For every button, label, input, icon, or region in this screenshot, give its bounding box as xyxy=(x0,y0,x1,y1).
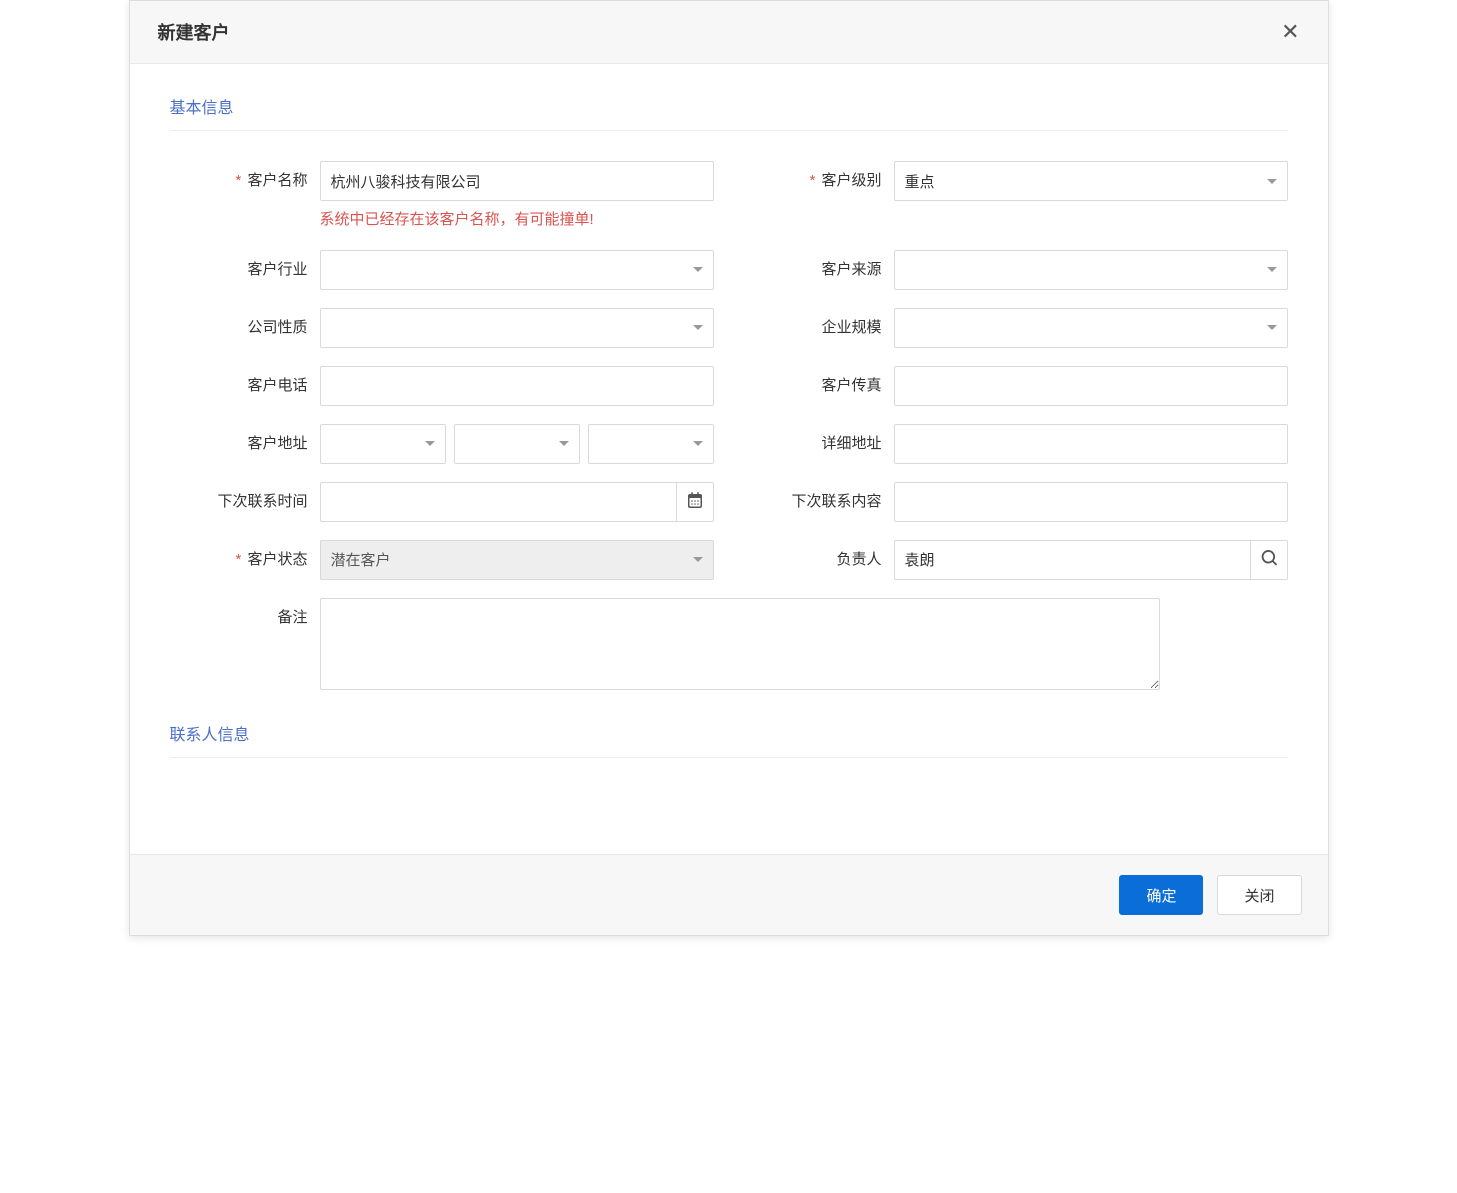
chevron-down-icon xyxy=(1267,179,1277,184)
address-cascader xyxy=(320,424,714,464)
ok-button[interactable]: 确定 xyxy=(1119,875,1203,915)
required-icon: * xyxy=(235,172,241,189)
company-scale-select[interactable] xyxy=(894,308,1288,348)
close-icon[interactable]: ✕ xyxy=(1275,19,1305,45)
customer-level-select[interactable]: 重点 xyxy=(894,161,1288,201)
chevron-down-icon xyxy=(693,557,703,562)
chevron-down-icon xyxy=(559,441,569,446)
row-company-scale: 企业规模 xyxy=(744,308,1288,348)
detail-address-input[interactable] xyxy=(894,424,1288,464)
chevron-down-icon xyxy=(425,441,435,446)
label-customer-fax: 客户传真 xyxy=(744,366,894,395)
section-contact-info: 联系人信息 xyxy=(170,721,1288,758)
owner-input[interactable] xyxy=(894,540,1250,580)
required-icon: * xyxy=(809,172,815,189)
row-detail-address: 详细地址 xyxy=(744,424,1288,464)
chevron-down-icon xyxy=(693,325,703,330)
modal-header: 新建客户 ✕ xyxy=(130,1,1328,64)
label-detail-address: 详细地址 xyxy=(744,424,894,453)
customer-fax-input[interactable] xyxy=(894,366,1288,406)
row-company-nature: 公司性质 xyxy=(170,308,714,348)
remark-textarea[interactable] xyxy=(320,598,1160,690)
search-icon xyxy=(1261,550,1277,569)
address-district-select[interactable] xyxy=(588,424,714,464)
row-next-contact-time: 下次联系时间 xyxy=(170,482,714,522)
chevron-down-icon xyxy=(693,441,703,446)
address-province-select[interactable] xyxy=(320,424,446,464)
row-customer-name: * 客户名称 系统中已经存在该客户名称，有可能撞单! xyxy=(170,161,714,232)
label-customer-address: 客户地址 xyxy=(170,424,320,453)
row-owner: 负责人 xyxy=(744,540,1288,580)
customer-industry-select[interactable] xyxy=(320,250,714,290)
next-contact-content-input[interactable] xyxy=(894,482,1288,522)
row-customer-level: * 客户级别 重点 xyxy=(744,161,1288,232)
company-nature-select[interactable] xyxy=(320,308,714,348)
row-customer-industry: 客户行业 xyxy=(170,250,714,290)
label-customer-source: 客户来源 xyxy=(744,250,894,279)
label-customer-phone: 客户电话 xyxy=(170,366,320,395)
label-next-contact-time: 下次联系时间 xyxy=(170,482,320,511)
row-customer-address: 客户地址 xyxy=(170,424,714,464)
label-remark: 备注 xyxy=(170,598,320,627)
next-contact-time-input[interactable] xyxy=(320,482,676,522)
customer-name-input[interactable] xyxy=(320,161,714,201)
required-icon: * xyxy=(235,551,241,568)
label-owner: 负责人 xyxy=(744,540,894,569)
calendar-icon xyxy=(687,492,703,511)
section-basic-info: 基本信息 xyxy=(170,94,1288,131)
label-next-contact-content: 下次联系内容 xyxy=(744,482,894,511)
calendar-button[interactable] xyxy=(676,482,714,522)
row-customer-fax: 客户传真 xyxy=(744,366,1288,406)
label-customer-industry: 客户行业 xyxy=(170,250,320,279)
label-customer-status: * 客户状态 xyxy=(170,540,320,569)
label-company-nature: 公司性质 xyxy=(170,308,320,337)
customer-status-select[interactable]: 潜在客户 xyxy=(320,540,714,580)
chevron-down-icon xyxy=(1267,267,1277,272)
row-customer-status: * 客户状态 潜在客户 xyxy=(170,540,714,580)
modal-title: 新建客户 xyxy=(158,19,230,45)
new-customer-modal: 新建客户 ✕ 基本信息 * 客户名称 系统中已经存在该客户名称，有可能撞单! *… xyxy=(129,0,1329,936)
form-grid: * 客户名称 系统中已经存在该客户名称，有可能撞单! * 客户级别 重点 客户行… xyxy=(170,161,1288,711)
address-city-select[interactable] xyxy=(454,424,580,464)
row-customer-phone: 客户电话 xyxy=(170,366,714,406)
modal-body[interactable]: 基本信息 * 客户名称 系统中已经存在该客户名称，有可能撞单! * 客户级别 重… xyxy=(130,64,1328,854)
row-customer-source: 客户来源 xyxy=(744,250,1288,290)
row-next-contact-content: 下次联系内容 xyxy=(744,482,1288,522)
cancel-button[interactable]: 关闭 xyxy=(1217,875,1301,915)
chevron-down-icon xyxy=(1267,325,1277,330)
row-remark: 备注 xyxy=(170,598,1288,693)
customer-phone-input[interactable] xyxy=(320,366,714,406)
owner-search-button[interactable] xyxy=(1250,540,1288,580)
customer-name-error: 系统中已经存在该客户名称，有可能撞单! xyxy=(320,209,714,232)
chevron-down-icon xyxy=(693,267,703,272)
label-customer-name: * 客户名称 xyxy=(170,161,320,190)
modal-footer: 确定 关闭 xyxy=(130,854,1328,935)
label-company-scale: 企业规模 xyxy=(744,308,894,337)
customer-source-select[interactable] xyxy=(894,250,1288,290)
label-customer-level: * 客户级别 xyxy=(744,161,894,190)
